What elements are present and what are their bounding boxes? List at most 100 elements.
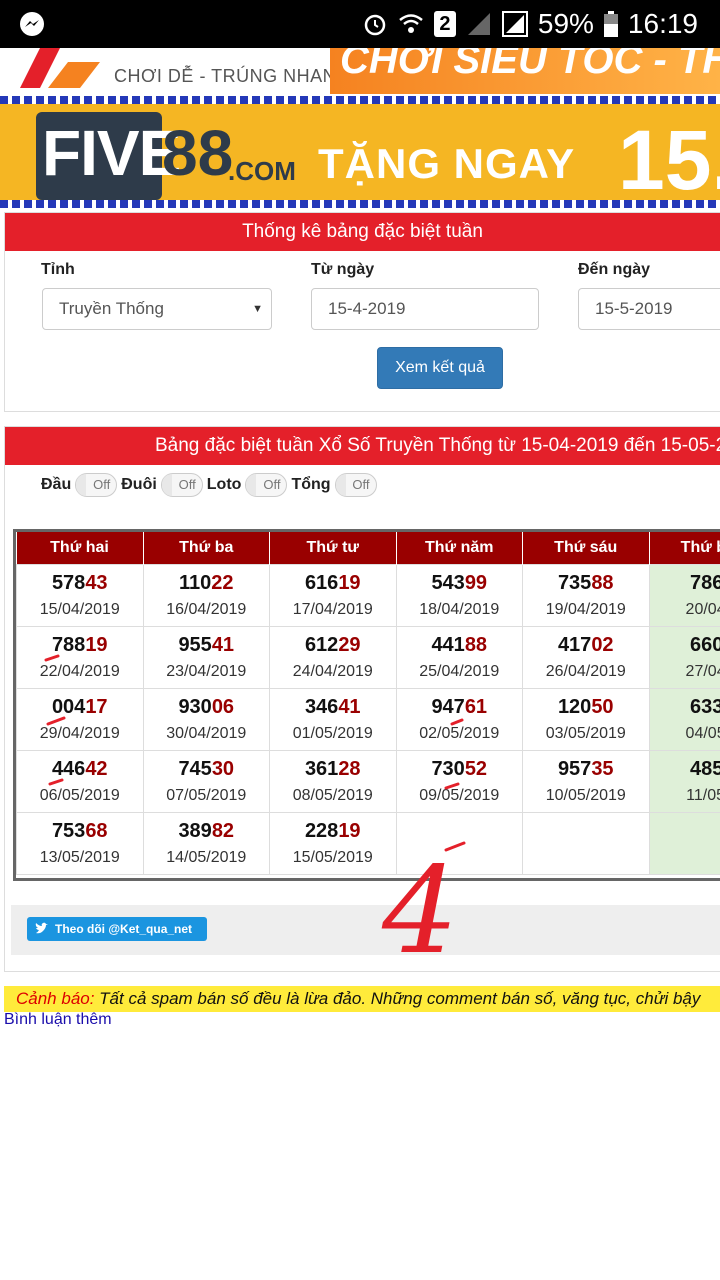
result-cell: 44188 25/04/2019 <box>395 625 523 689</box>
result-cell: 74530 07/05/2019 <box>142 749 270 813</box>
toggle-tong[interactable]: Off <box>334 473 377 497</box>
ad-banner-five88[interactable]: FIVE 88 .COM TẶNG NGAY 15.0 <box>0 104 720 200</box>
result-cell: 41702 26/04/2019 <box>522 625 650 689</box>
number-head: 389 <box>178 819 212 842</box>
result-number: 6602 <box>650 634 720 657</box>
to-date-label: Đến ngày <box>578 261 651 278</box>
result-cell: 6337 04/05/2 <box>648 687 720 751</box>
number-tail: 02 <box>591 633 614 656</box>
brand-88: 88 <box>162 117 234 189</box>
column-header: Thứ tư <box>269 532 397 564</box>
result-cell: 44642 06/05/2019 <box>16 749 144 813</box>
table-row: 57843 15/04/2019 11022 16/04/2019 61619 17/04… <box>16 563 720 627</box>
number-tail: 68 <box>85 819 108 842</box>
result-number: 11022 <box>144 572 270 595</box>
toggle-duoi[interactable]: Off <box>160 473 203 497</box>
result-cell: 7869 20/04/2 <box>648 563 720 627</box>
result-cell: 73052 09/05/2019 <box>395 749 523 813</box>
number-tail: 88 <box>591 571 614 594</box>
toggle-bar: Đầu Off Đuôi Off Loto Off Tổng Off <box>41 473 377 497</box>
number-head: 346 <box>304 695 339 718</box>
battery-icon <box>603 11 618 37</box>
column-header: Thứ sáu <box>522 532 650 564</box>
number-head: 957 <box>557 757 592 780</box>
banner-divider <box>0 200 720 208</box>
more-comments-link[interactable]: Bình luận thêm <box>4 1011 112 1029</box>
number-head: 955 <box>178 633 212 656</box>
result-number: 57843 <box>17 572 143 595</box>
result-date: 01/05/2019 <box>292 724 373 742</box>
to-date-value: 15-5-2019 <box>595 299 673 318</box>
result-date: 04/05/2 <box>685 724 720 742</box>
signal-icon <box>467 13 490 35</box>
results-table-wrapper[interactable]: Thứ hai Thứ ba Thứ tư Thứ năm Thứ sáu Th… <box>13 529 720 881</box>
results-title: Bảng đặc biệt tuần Xổ Số Truyền Thống từ… <box>5 427 720 465</box>
result-date: 30/04/2019 <box>166 724 247 742</box>
result-number: 75368 <box>17 820 143 843</box>
number-head: 485 <box>690 757 720 780</box>
number-head: 228 <box>304 819 339 842</box>
result-number: 95541 <box>144 634 270 657</box>
number-head: 947 <box>431 695 465 718</box>
stats-form-panel: Thống kê bảng đặc biệt tuần Tỉnh Truyền … <box>4 212 720 412</box>
toggle-dau[interactable]: Off <box>75 473 118 497</box>
result-cell: 94761 02/05/2019 <box>395 687 523 751</box>
result-number: 00417 <box>17 696 143 719</box>
result-cell: 54399 18/04/2019 <box>395 563 523 627</box>
number-tail: 82 <box>211 819 235 842</box>
view-results-button[interactable]: Xem kết quả <box>377 347 503 389</box>
result-date: 20/04/2 <box>685 600 720 618</box>
result-number: 36128 <box>270 758 396 781</box>
result-cell: 93006 30/04/2019 <box>142 687 270 751</box>
result-cell <box>395 811 523 875</box>
clock: 16:19 <box>627 8 698 39</box>
number-tail: 50 <box>591 695 614 718</box>
toggle-label-loto: Loto <box>206 476 242 493</box>
number-tail: 19 <box>338 819 361 842</box>
banner-amount: 15.0 <box>618 113 720 200</box>
result-date: 24/04/2019 <box>292 662 373 680</box>
result-number: 61229 <box>270 634 396 657</box>
result-cell <box>648 811 720 875</box>
toggle-loto[interactable]: Off <box>245 473 288 497</box>
from-date-label: Từ ngày <box>311 261 375 278</box>
result-number: 34641 <box>270 696 396 719</box>
number-head: 786 <box>690 571 720 594</box>
table-row: 78819 22/04/2019 95541 23/04/2019 61229 24/04… <box>16 625 720 689</box>
number-tail: 22 <box>211 571 234 594</box>
number-tail: 19 <box>338 571 361 594</box>
result-date: 10/05/2019 <box>545 786 626 804</box>
from-date-input[interactable]: 15-4-2019 <box>311 288 539 330</box>
brand-logo <box>20 48 100 88</box>
warning-label: Cảnh báo: <box>16 989 95 1008</box>
result-date: 23/04/2019 <box>166 662 247 680</box>
result-cell: 95735 10/05/2019 <box>522 749 650 813</box>
result-number: 38982 <box>144 820 270 843</box>
table-row: 44642 06/05/2019 74530 07/05/2019 36128 08/05… <box>16 749 720 813</box>
spam-warning: Cảnh báo: Tất cả spam bán số đều là lừa … <box>4 986 720 1012</box>
chevron-down-icon: ▼ <box>252 303 263 315</box>
twitter-follow-button[interactable]: Theo dõi @Ket_qua_net <box>27 917 207 941</box>
number-tail: 43 <box>85 571 108 594</box>
result-date: 06/05/2019 <box>39 786 120 804</box>
results-panel: Bảng đặc biệt tuần Xổ Số Truyền Thống từ… <box>4 426 720 972</box>
follow-label: Theo dõi @Ket_qua_net <box>55 922 193 936</box>
result-number: 95735 <box>523 758 649 781</box>
ad-banner-top[interactable]: CHƠI DỄ - TRÚNG NHANH CHƠI SIÊU TỐC - TH… <box>0 48 720 96</box>
number-tail: 41 <box>338 695 361 718</box>
number-head: 753 <box>51 819 86 842</box>
province-select[interactable]: Truyền Thống ▼ <box>42 288 272 330</box>
messenger-icon <box>20 12 44 36</box>
result-cell: 38982 14/05/2019 <box>142 811 270 875</box>
number-head: 633 <box>690 695 720 718</box>
table-row: 00417 29/04/2019 93006 30/04/2019 34641 01/05… <box>16 687 720 751</box>
column-header: Thứ ba <box>143 532 270 564</box>
result-date: 17/04/2019 <box>292 600 373 618</box>
result-cell: 57843 15/04/2019 <box>16 563 144 627</box>
result-number: 61619 <box>270 572 396 595</box>
signal-full-icon <box>501 11 528 37</box>
battery-percent: 59% <box>537 8 594 39</box>
result-cell: 4850 11/05/2 <box>648 749 720 813</box>
number-head: 745 <box>178 757 212 780</box>
to-date-input[interactable]: 15-5-2019 <box>578 288 720 330</box>
